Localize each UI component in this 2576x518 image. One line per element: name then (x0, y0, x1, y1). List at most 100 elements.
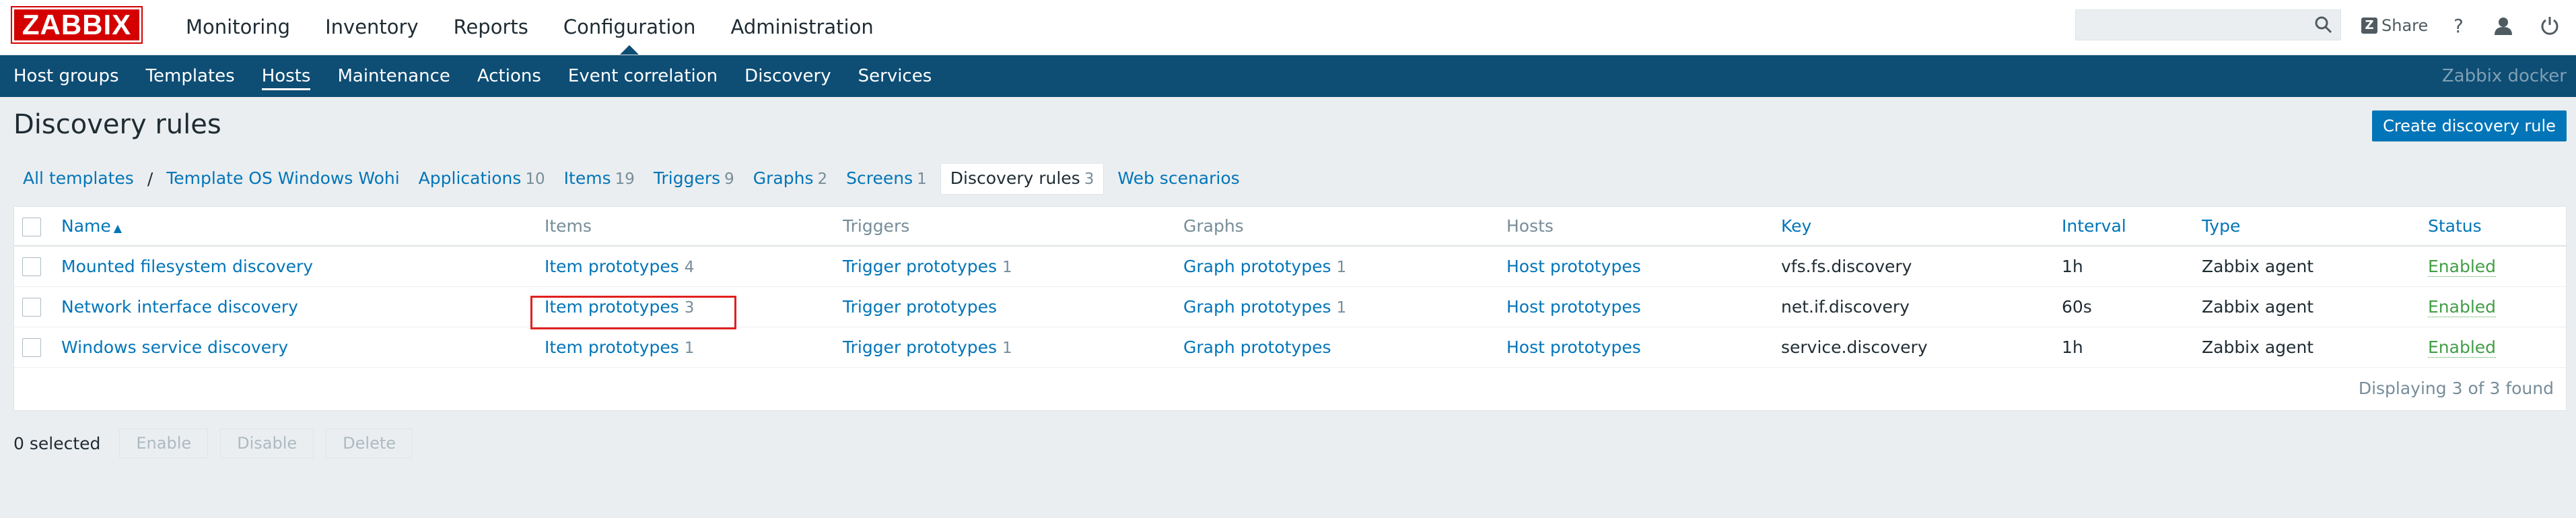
link-label: Graph prototypes (1183, 296, 1331, 317)
column-header-interval[interactable]: Interval (2062, 216, 2126, 236)
sub-nav-templates[interactable]: Templates (133, 55, 248, 97)
status-toggle[interactable]: Enabled (2428, 337, 2497, 358)
select-all-checkbox[interactable] (22, 217, 41, 236)
type-cell: Zabbix agent (2202, 246, 2428, 287)
column-header-key[interactable]: Key (1781, 216, 1811, 236)
tab-applications[interactable]: Applications 10 (409, 164, 555, 194)
column-header-hosts: Hosts (1506, 207, 1781, 247)
column-header-status[interactable]: Status (2428, 216, 2482, 236)
main-nav: Monitoring Inventory Reports Configurati… (168, 0, 891, 55)
main-nav-administration[interactable]: Administration (713, 0, 891, 54)
row-checkbox[interactable] (22, 257, 41, 277)
tab-items[interactable]: Items 19 (555, 164, 644, 194)
count: 4 (684, 258, 695, 276)
host-prototypes-link[interactable]: Host prototypes (1506, 337, 1641, 357)
tab-count: 3 (1084, 170, 1094, 188)
share-icon: Z (2361, 18, 2377, 34)
row-checkbox[interactable] (22, 298, 41, 317)
key-cell: net.if.discovery (1781, 286, 2062, 327)
top-bar: ZABBIX Monitoring Inventory Reports Conf… (0, 0, 2576, 55)
sub-nav-maintenance[interactable]: Maintenance (324, 55, 463, 97)
sign-out-icon[interactable] (2540, 12, 2560, 39)
tab-discovery-rules[interactable]: Discovery rules 3 (940, 162, 1105, 195)
host-prototypes-link[interactable]: Host prototypes (1506, 297, 1641, 317)
trigger-prototypes-link[interactable]: Trigger prototypes 1 (843, 337, 1012, 357)
column-header-name[interactable]: Name ▲ (61, 216, 122, 236)
breadcrumb-all-templates[interactable]: All templates (13, 164, 143, 193)
share-button[interactable]: Z Share (2361, 12, 2428, 39)
main-nav-monitoring[interactable]: Monitoring (168, 0, 308, 54)
enable-button[interactable]: Enable (119, 428, 209, 458)
zabbix-logo[interactable]: ZABBIX (11, 6, 143, 44)
column-name-label: Name (61, 216, 111, 236)
item-prototypes-link[interactable]: Item prototypes 4 (545, 257, 694, 276)
count: 1 (684, 339, 695, 357)
delete-button[interactable]: Delete (326, 428, 413, 458)
breadcrumb: All templates / Template OS Windows Wohi… (13, 162, 1249, 195)
tab-label: Discovery rules (950, 168, 1080, 188)
table-row: Network interface discovery Item prototy… (14, 286, 2566, 327)
graph-prototypes-link[interactable]: Graph prototypes 1 (1183, 257, 1346, 276)
sub-nav-event-correlation[interactable]: Event correlation (555, 55, 731, 97)
create-discovery-rule-button[interactable]: Create discovery rule (2372, 110, 2567, 141)
rule-name-link[interactable]: Network interface discovery (61, 297, 298, 317)
key-cell: service.discovery (1781, 327, 2062, 368)
tab-label: Triggers (653, 168, 721, 188)
bulk-actions-bar: 0 selected Enable Disable Delete (13, 428, 425, 458)
link-label: Graph prototypes (1183, 256, 1331, 276)
main-nav-inventory[interactable]: Inventory (308, 0, 436, 54)
tab-graphs[interactable]: Graphs 2 (744, 164, 837, 194)
search-input[interactable] (2075, 9, 2341, 40)
column-header-type[interactable]: Type (2202, 216, 2240, 236)
link-label: Item prototypes (545, 256, 679, 276)
graph-prototypes-link[interactable]: Graph prototypes 1 (1183, 297, 1346, 317)
discovery-rules-table: Name ▲ Items Triggers Graphs Hosts Key In… (13, 206, 2567, 411)
interval-cell: 60s (2062, 286, 2202, 327)
selected-count: 0 selected (13, 433, 101, 453)
interval-cell: 1h (2062, 327, 2202, 368)
tab-web-scenarios[interactable]: Web scenarios (1108, 164, 1249, 193)
breadcrumb-separator: / (147, 168, 153, 189)
link-label: Item prototypes (545, 296, 679, 317)
search-icon[interactable] (2314, 15, 2333, 34)
key-cell: vfs.fs.discovery (1781, 246, 2062, 287)
status-toggle[interactable]: Enabled (2428, 256, 2497, 277)
sub-nav: Host groups Templates Hosts Maintenance … (0, 55, 2576, 97)
table-row: Windows service discovery Item prototype… (14, 327, 2566, 368)
tab-label: Graphs (753, 168, 814, 188)
disable-button[interactable]: Disable (220, 428, 314, 458)
count: 1 (1336, 258, 1347, 276)
tab-count: 19 (615, 170, 635, 188)
tab-triggers[interactable]: Triggers 9 (644, 164, 744, 194)
user-profile-icon[interactable] (2493, 12, 2513, 39)
type-cell: Zabbix agent (2202, 286, 2428, 327)
item-prototypes-link[interactable]: Item prototypes 1 (545, 337, 694, 357)
rule-name-link[interactable]: Windows service discovery (61, 337, 288, 357)
sub-nav-hosts[interactable]: Hosts (248, 55, 324, 97)
tab-label: Web scenarios (1117, 168, 1240, 188)
sub-nav-actions[interactable]: Actions (464, 55, 555, 97)
sub-nav-discovery[interactable]: Discovery (731, 55, 844, 97)
trigger-prototypes-link[interactable]: Trigger prototypes 1 (843, 257, 1012, 276)
status-toggle[interactable]: Enabled (2428, 296, 2497, 317)
rule-name-link[interactable]: Mounted filesystem discovery (61, 257, 313, 276)
table-header-row: Name ▲ Items Triggers Graphs Hosts Key In… (14, 207, 2566, 247)
sub-nav-host-groups[interactable]: Host groups (0, 55, 133, 97)
column-header-graphs: Graphs (1183, 207, 1506, 247)
main-nav-configuration[interactable]: Configuration (546, 0, 713, 55)
breadcrumb-template[interactable]: Template OS Windows Wohi (157, 164, 409, 193)
row-checkbox[interactable] (22, 338, 41, 357)
sub-nav-services[interactable]: Services (845, 55, 946, 97)
host-prototypes-link[interactable]: Host prototypes (1506, 257, 1641, 276)
link-label: Trigger prototypes (843, 337, 998, 357)
item-prototypes-link[interactable]: Item prototypes 3 (545, 297, 694, 317)
graph-prototypes-link[interactable]: Graph prototypes (1183, 337, 1331, 357)
tab-label: Screens (846, 168, 913, 188)
trigger-prototypes-link[interactable]: Trigger prototypes (843, 297, 997, 317)
server-name: Zabbix docker (2441, 66, 2567, 86)
tab-screens[interactable]: Screens 1 (837, 164, 936, 194)
tab-count: 10 (525, 170, 545, 188)
link-label: Graph prototypes (1183, 337, 1331, 357)
help-icon[interactable]: ? (2453, 12, 2464, 39)
main-nav-reports[interactable]: Reports (436, 0, 546, 54)
